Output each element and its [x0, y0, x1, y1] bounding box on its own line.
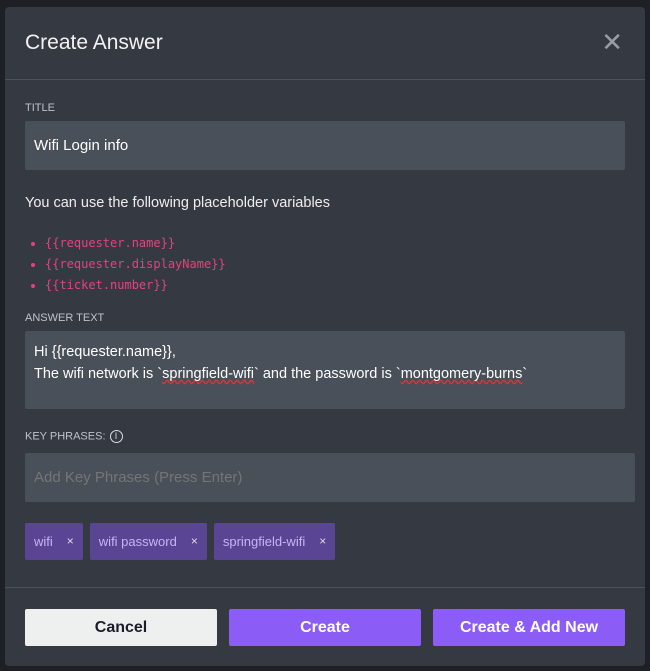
key-phrase-tag: wifi ×	[25, 523, 83, 560]
create-answer-dialog: Create Answer ✕ TITLE You can use the fo…	[5, 7, 645, 666]
key-phrases-input[interactable]	[25, 453, 635, 502]
placeholder-hint: You can use the following placeholder va…	[25, 195, 330, 211]
dialog-title: Create Answer	[25, 31, 163, 54]
placeholder-variable: {{ticket.number}}	[45, 275, 226, 296]
answer-line: Hi {{requester.name}},	[34, 344, 176, 360]
answer-text-label: ANSWER TEXT	[25, 312, 105, 324]
create-add-new-button[interactable]: Create & Add New	[433, 609, 625, 646]
remove-tag-icon[interactable]: ×	[67, 523, 74, 560]
placeholder-variable: {{requester.displayName}}	[45, 254, 226, 275]
close-icon[interactable]: ✕	[601, 29, 623, 55]
placeholder-variable: {{requester.name}}	[45, 233, 226, 254]
remove-tag-icon[interactable]: ×	[319, 523, 326, 560]
key-phrase-tag: springfield-wifi ×	[213, 523, 336, 560]
create-button[interactable]: Create	[229, 609, 421, 646]
key-phrase-tag: wifi password ×	[89, 523, 207, 560]
title-label: TITLE	[25, 102, 55, 114]
dialog-header: Create Answer ✕	[5, 7, 645, 80]
title-input[interactable]	[25, 121, 625, 170]
remove-tag-icon[interactable]: ×	[191, 523, 198, 560]
footer-divider	[5, 587, 645, 588]
answer-line: The wifi network is `springfield-wifi` a…	[34, 366, 528, 382]
key-phrases-label: KEY PHRASES: i	[25, 430, 123, 443]
info-icon[interactable]: i	[109, 430, 123, 443]
cancel-button[interactable]: Cancel	[25, 609, 217, 646]
key-phrase-tags: wifi × wifi password × springfield-wifi ×	[25, 523, 336, 560]
placeholder-list: {{requester.name}} {{requester.displayNa…	[45, 233, 226, 296]
answer-textarea[interactable]: Hi {{requester.name}}, The wifi network …	[25, 331, 625, 409]
